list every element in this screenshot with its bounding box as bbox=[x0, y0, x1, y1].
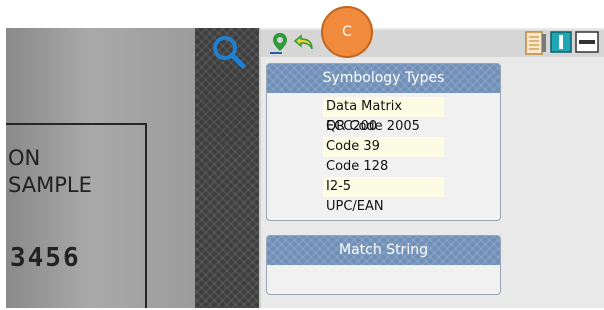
symbology-list: Data Matrix ECC200 QR Code 2005 Code 39 … bbox=[323, 97, 444, 217]
minimize-button[interactable] bbox=[575, 31, 599, 57]
camera-text-line-2: SAMPLE bbox=[8, 173, 92, 197]
symbology-item-i2-5[interactable]: I2-5 bbox=[323, 177, 444, 197]
step-badge: C bbox=[321, 6, 373, 58]
symbology-item-code-128[interactable]: Code 128 bbox=[323, 157, 444, 177]
search-button[interactable] bbox=[211, 34, 247, 70]
frame-line bbox=[6, 123, 146, 125]
match-string-card: Match String bbox=[266, 235, 501, 295]
minimize-icon bbox=[575, 31, 599, 53]
pin-icon bbox=[270, 33, 287, 54]
undo-icon bbox=[293, 34, 313, 50]
view-toggle-icon bbox=[550, 31, 572, 53]
notes-icon bbox=[525, 31, 546, 55]
camera-text-line-1: ON bbox=[8, 146, 41, 170]
view-toggle-button[interactable] bbox=[550, 31, 572, 57]
match-string-area[interactable] bbox=[267, 265, 500, 294]
pin-button[interactable] bbox=[268, 31, 292, 59]
match-string-header: Match String bbox=[267, 236, 500, 265]
camera-number-text: 3456 bbox=[10, 243, 81, 273]
camera-view: ON SAMPLE 3456 bbox=[6, 28, 195, 308]
symbology-item-code-39[interactable]: Code 39 bbox=[323, 137, 444, 157]
symbology-item-data-matrix[interactable]: Data Matrix ECC200 bbox=[323, 97, 444, 134]
notes-button[interactable] bbox=[525, 31, 547, 59]
symbology-item-qr-code[interactable]: QR Code 2005 bbox=[323, 117, 444, 137]
search-icon bbox=[213, 36, 246, 69]
symbology-item-upc-ean[interactable]: UPC/EAN bbox=[323, 197, 444, 217]
symbology-types-header: Symbology Types bbox=[267, 64, 500, 93]
undo-button[interactable] bbox=[292, 31, 316, 59]
frame-line bbox=[145, 123, 147, 308]
symbology-types-card: Symbology Types Data Matrix ECC200 QR Co… bbox=[266, 63, 501, 221]
